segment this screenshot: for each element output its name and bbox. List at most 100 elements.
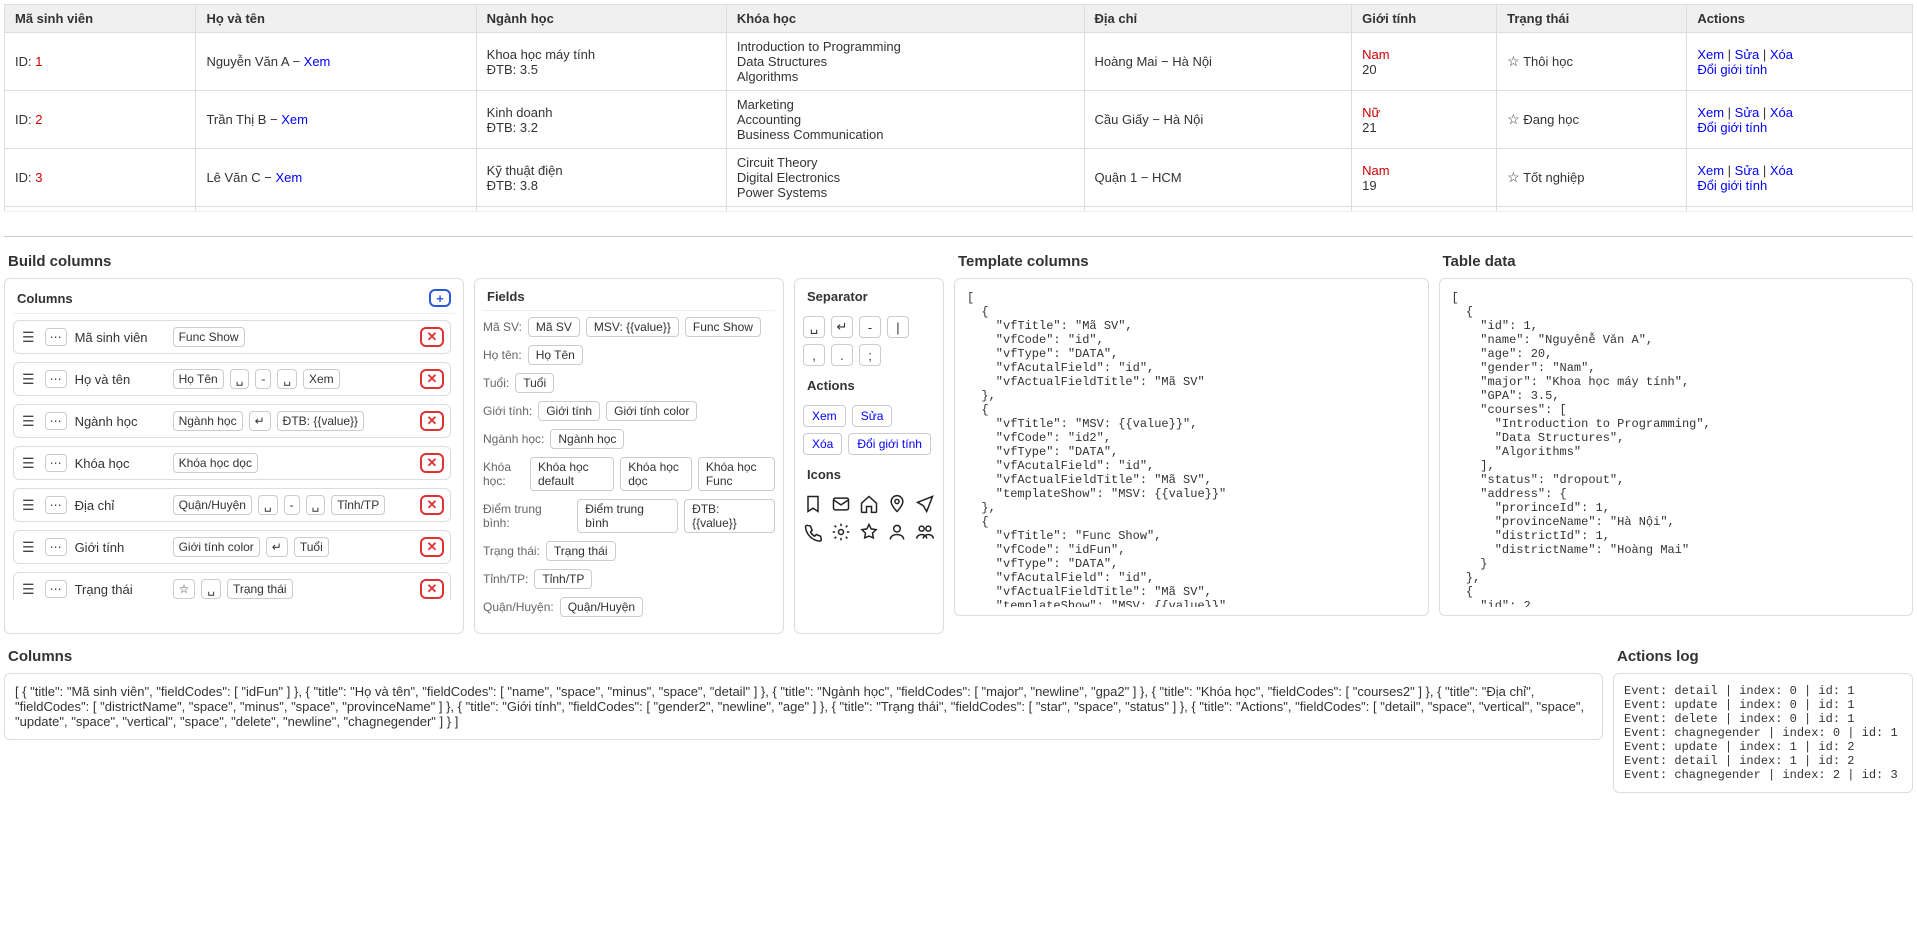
delete-column-button[interactable]: ✕ [420, 453, 444, 473]
view-action[interactable]: Xem [1697, 163, 1724, 178]
field-chip[interactable]: Tỉnh/TP [331, 495, 385, 515]
delete-column-button[interactable]: ✕ [420, 579, 444, 599]
field-option-chip[interactable]: Giới tính [538, 401, 600, 421]
view-action[interactable]: Xem [1697, 47, 1724, 62]
send-icon[interactable] [915, 494, 935, 514]
field-chip[interactable]: Khóa học dọc [173, 453, 258, 473]
action-chip[interactable]: Sửa [852, 405, 893, 427]
more-icon[interactable]: ⋯ [45, 454, 67, 472]
delete-action[interactable]: Xóa [1770, 105, 1793, 120]
field-chip[interactable]: ↵ [266, 537, 288, 557]
edit-action[interactable]: Sửa [1735, 47, 1760, 62]
separator-button[interactable]: , [803, 344, 825, 366]
field-chip[interactable]: ␣ [277, 369, 297, 389]
cell-major: Khoa học máy tínhĐTB: 3.5 [476, 33, 726, 91]
more-icon[interactable]: ⋯ [45, 370, 67, 388]
field-chip[interactable]: ␣ [258, 495, 278, 515]
field-line: Tỉnh/TP:Tỉnh/TP [483, 569, 775, 589]
drag-handle-icon[interactable]: ☰ [20, 497, 37, 514]
delete-action[interactable]: Xóa [1770, 163, 1793, 178]
field-option-chip[interactable]: Trạng thái [546, 541, 616, 561]
field-chip[interactable]: Ngành học [173, 411, 243, 431]
gear-icon[interactable] [831, 522, 851, 542]
separator-button[interactable]: ␣ [803, 316, 825, 338]
separator-button[interactable]: ↵ [831, 316, 853, 338]
field-chip[interactable]: Họ Tên [173, 369, 224, 389]
more-icon[interactable]: ⋯ [45, 412, 67, 430]
table-data-code[interactable]: [ { "id": 1, "name": "Nguyênễ Văn A", "a… [1448, 287, 1905, 607]
toggle-gender-action[interactable]: Đổi giới tính [1697, 120, 1767, 135]
toggle-gender-action[interactable]: Đổi giới tính [1697, 178, 1767, 193]
map-pin-icon[interactable] [887, 494, 907, 514]
delete-action[interactable]: Xóa [1770, 47, 1793, 62]
template-code[interactable]: [ { "vfTitle": "Mã SV", "vfCode": "id", … [963, 287, 1420, 607]
more-icon[interactable]: ⋯ [45, 496, 67, 514]
action-chip[interactable]: Xem [803, 405, 846, 427]
star-icon[interactable] [859, 522, 879, 542]
users-icon[interactable] [915, 522, 935, 542]
view-link[interactable]: Xem [304, 54, 331, 69]
delete-column-button[interactable]: ✕ [420, 327, 444, 347]
more-icon[interactable]: ⋯ [45, 328, 67, 346]
delete-column-button[interactable]: ✕ [420, 411, 444, 431]
separator-button[interactable]: . [831, 344, 853, 366]
delete-column-button[interactable]: ✕ [420, 537, 444, 557]
field-chip[interactable]: ␣ [230, 369, 250, 389]
delete-column-button[interactable]: ✕ [420, 369, 444, 389]
field-option-chip[interactable]: Khóa học dọc [620, 457, 692, 491]
field-chip[interactable]: Giới tính color [173, 537, 260, 557]
delete-column-button[interactable]: ✕ [420, 495, 444, 515]
field-option-chip[interactable]: Tỉnh/TP [534, 569, 592, 589]
view-link[interactable]: Xem [275, 170, 302, 185]
field-option-chip[interactable]: Mã SV [528, 317, 580, 337]
bookmark-icon[interactable] [803, 494, 823, 514]
drag-handle-icon[interactable]: ☰ [20, 581, 37, 598]
drag-handle-icon[interactable]: ☰ [20, 329, 37, 346]
field-option-chip[interactable]: Điểm trung bình [577, 499, 678, 533]
data-table-wrapper[interactable]: Mã sinh viênHọ và tênNgành họcKhóa họcĐị… [4, 4, 1913, 212]
field-chip[interactable]: ☆ [173, 579, 196, 599]
action-chip[interactable]: Xóa [803, 433, 842, 455]
mail-icon[interactable] [831, 494, 851, 514]
field-chip[interactable]: - [255, 369, 271, 389]
phone-icon[interactable] [803, 522, 823, 542]
field-option-chip[interactable]: MSV: {{value}} [586, 317, 679, 337]
user-icon[interactable] [887, 522, 907, 542]
field-option-chip[interactable]: Func Show [685, 317, 761, 337]
separator-button[interactable]: - [859, 316, 881, 338]
separator-button[interactable]: | [887, 316, 909, 338]
field-option-chip[interactable]: Khóa học Func [698, 457, 775, 491]
field-option-chip[interactable]: ĐTB: {{value}} [684, 499, 775, 533]
field-option-chip[interactable]: Ngành học [550, 429, 624, 449]
field-option-chip[interactable]: Họ Tên [528, 345, 583, 365]
drag-handle-icon[interactable]: ☰ [20, 413, 37, 430]
action-chip[interactable]: Đổi giới tính [848, 433, 931, 455]
drag-handle-icon[interactable]: ☰ [20, 539, 37, 556]
field-chip[interactable]: ↵ [249, 411, 271, 431]
view-action[interactable]: Xem [1697, 105, 1724, 120]
field-chip[interactable]: Trạng thái [227, 579, 293, 599]
field-option-chip[interactable]: Quận/Huyện [560, 597, 643, 617]
field-chip[interactable]: ␣ [306, 495, 326, 515]
field-option-chip[interactable]: Khóa học default [530, 457, 614, 491]
home-icon[interactable] [859, 494, 879, 514]
field-chip[interactable]: ĐTB: {{value}} [277, 411, 364, 431]
add-column-button[interactable]: + [429, 289, 451, 307]
field-chip[interactable]: Func Show [173, 327, 245, 347]
field-chip[interactable]: Quận/Huyện [173, 495, 252, 515]
view-link[interactable]: Xem [281, 112, 308, 127]
edit-action[interactable]: Sửa [1735, 163, 1760, 178]
edit-action[interactable]: Sửa [1735, 105, 1760, 120]
toggle-gender-action[interactable]: Đổi giới tính [1697, 62, 1767, 77]
field-chip[interactable]: - [284, 495, 300, 515]
field-option-chip[interactable]: Giới tính color [606, 401, 697, 421]
more-icon[interactable]: ⋯ [45, 538, 67, 556]
field-chip[interactable]: Xem [303, 369, 340, 389]
drag-handle-icon[interactable]: ☰ [20, 371, 37, 388]
drag-handle-icon[interactable]: ☰ [20, 455, 37, 472]
field-option-chip[interactable]: Tuổi [515, 373, 554, 393]
more-icon[interactable]: ⋯ [45, 580, 67, 598]
field-chip[interactable]: Tuổi [294, 537, 329, 557]
separator-button[interactable]: ; [859, 344, 881, 366]
field-chip[interactable]: ␣ [201, 579, 221, 599]
